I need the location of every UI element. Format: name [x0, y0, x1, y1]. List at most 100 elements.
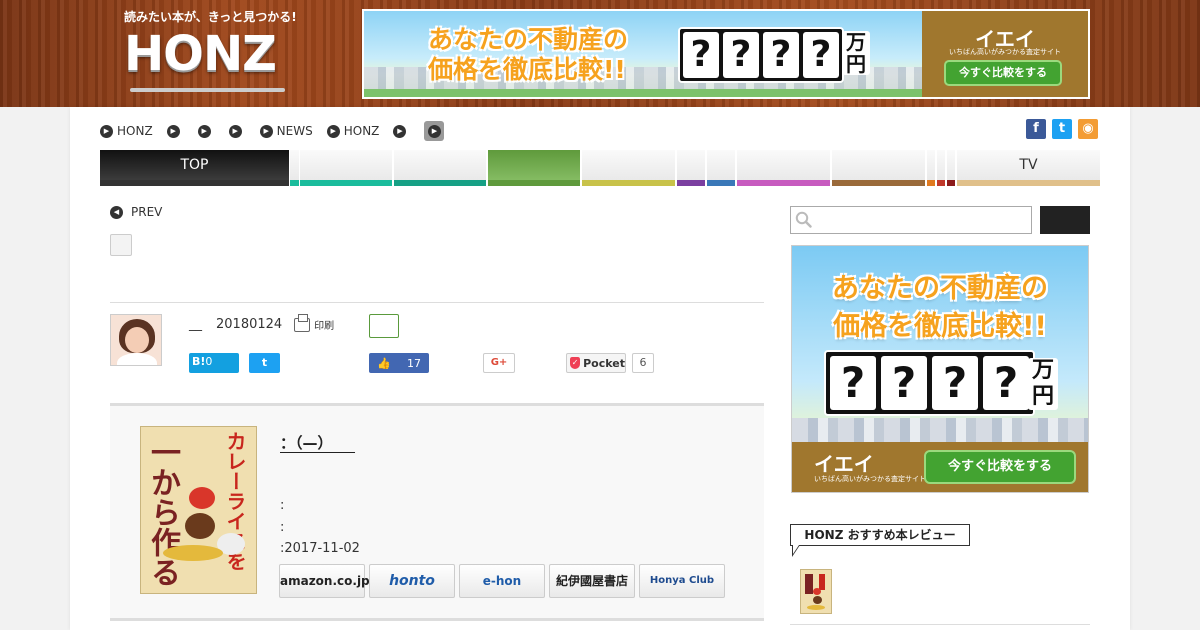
twitter-icon: t: [261, 356, 268, 369]
nav-color-bar: [927, 180, 935, 186]
author-name[interactable]: __: [189, 317, 202, 332]
ehon-button[interactable]: e-hon: [459, 564, 545, 598]
nav-item[interactable]: [677, 150, 705, 186]
breadcrumb-current: ▶: [424, 121, 445, 141]
speech-bubble-tail-inner: [793, 545, 799, 554]
category-tag[interactable]: [369, 314, 399, 338]
prev-label: PREV: [131, 205, 163, 219]
article-thumbnail: [110, 234, 132, 256]
breadcrumb-item[interactable]: ▶: [228, 124, 246, 138]
logo-underline: [130, 88, 285, 92]
chevron-right-icon: ▶: [326, 124, 340, 138]
ad-headline-line1: あなたの不動産の: [428, 25, 629, 54]
category-nav: TOP TV: [100, 150, 1100, 186]
ad-headline-line2: 価格を徹底比較!!: [833, 311, 1047, 342]
nav-item[interactable]: [832, 150, 925, 186]
ad-brand-panel: イエイ いちばん高いがみつかる査定サイト 今すぐ比較をする: [792, 442, 1088, 492]
amazon-button[interactable]: amazon.co.jp: [279, 564, 370, 598]
ad-price-boxes: ? ? ? ?: [824, 350, 1035, 416]
thumbs-up-icon: 👍: [377, 356, 391, 370]
print-button[interactable]: 印刷: [294, 313, 334, 332]
ad-price-unit: 万円: [1028, 358, 1058, 410]
book-title[interactable]: ：（—）: [280, 432, 355, 453]
nav-color-bar: [394, 180, 486, 186]
ad-price-boxes: ? ? ? ?: [678, 27, 844, 83]
author-avatar[interactable]: [110, 314, 162, 366]
chevron-right-icon: ▶: [228, 124, 242, 138]
breadcrumb-item[interactable]: ▶: [197, 124, 215, 138]
sidebar-ad-banner[interactable]: あなたの不動産の 価格を徹底比較!! ? ? ? ? 万円 イエイ いちばん高い…: [791, 245, 1089, 493]
bookstore-links: amazon.co.jp honto e-hon 紀伊國屋書店 Honya Cl…: [279, 564, 725, 598]
prev-link[interactable]: ◀ PREV: [110, 205, 162, 219]
hatena-label: B!: [192, 355, 206, 368]
honto-button[interactable]: honto: [369, 564, 455, 598]
thumb-onion: [813, 596, 822, 604]
google-plus-button[interactable]: G+: [483, 353, 515, 373]
ad-brand-sub: いちばん高いがみつかる査定サイト: [949, 48, 1061, 56]
breadcrumb-item[interactable]: ▶ HONZ: [326, 124, 380, 138]
avatar-body: [117, 353, 157, 365]
ad-headline: あなたの不動産の 価格を徹底比較!!: [792, 270, 1088, 346]
breadcrumb-item[interactable]: ▶ HONZ: [100, 124, 153, 138]
nav-color-bar: [300, 180, 392, 186]
breadcrumb-item[interactable]: ▶: [393, 124, 410, 138]
nav-item[interactable]: [707, 150, 735, 186]
tweet-button[interactable]: t: [249, 353, 280, 373]
nav-item-top[interactable]: TOP: [100, 150, 289, 186]
chevron-right-icon: ▶: [166, 124, 180, 138]
book-release-date: :2017-11-02: [280, 541, 360, 556]
honya-club-button[interactable]: Honya Club: [639, 564, 725, 598]
nav-label: TV: [1019, 157, 1038, 173]
header-ad-banner[interactable]: あなたの不動産の 価格を徹底比較!! ? ? ? ? 万円 イエイ いちばん高い…: [362, 9, 1090, 99]
ad-price-digit: ?: [683, 32, 719, 78]
breadcrumb-label: HONZ: [343, 124, 380, 138]
breadcrumb-item[interactable]: ▶: [166, 124, 184, 138]
ad-price-unit: 万円: [842, 31, 870, 75]
nav-color-bar: [947, 180, 955, 186]
nav-item-tv[interactable]: TV: [957, 150, 1100, 186]
book-author: :: [280, 498, 285, 513]
nav-item-active[interactable]: [488, 150, 580, 186]
pocket-count: 6: [632, 353, 654, 373]
hatena-bookmark-button[interactable]: B!0: [189, 353, 239, 373]
hatena-count: 0: [205, 355, 213, 368]
book-cover[interactable]: 一から作る カレーライスを: [140, 426, 257, 594]
chevron-right-icon: ▶: [427, 124, 441, 138]
nav-color-bar: [677, 180, 705, 186]
honz-logo[interactable]: 読みたい本が、きっと見つかる! HONZ: [120, 8, 297, 100]
book-publisher: :: [280, 520, 285, 535]
facebook-icon[interactable]: f: [1026, 119, 1046, 139]
nav-item[interactable]: [394, 150, 486, 186]
pocket-button[interactable]: ✓ Pocket: [566, 353, 626, 373]
nav-item[interactable]: [300, 150, 392, 186]
breadcrumb-label: NEWS: [276, 124, 313, 138]
twitter-icon[interactable]: t: [1052, 119, 1072, 139]
like-count: 17: [407, 356, 421, 370]
nav-item[interactable]: [937, 150, 945, 186]
cover-onion: [185, 513, 215, 539]
nav-color-bar: [832, 180, 925, 186]
nav-item[interactable]: [290, 150, 299, 186]
ad-price-digit: ?: [763, 32, 799, 78]
search-button[interactable]: [1040, 206, 1090, 234]
search-input[interactable]: [790, 206, 1032, 234]
kinokuniya-button[interactable]: 紀伊國屋書店: [549, 564, 635, 598]
recommend-heading: HONZ おすすめ本レビュー: [790, 524, 970, 546]
breadcrumb-item[interactable]: ▶ NEWS: [259, 124, 313, 138]
rss-icon[interactable]: ◉: [1078, 119, 1098, 139]
ad-price-digit: ?: [932, 356, 978, 410]
article-meta: __ 20180124 印刷: [189, 313, 334, 332]
nav-item[interactable]: [947, 150, 955, 186]
nav-item[interactable]: [582, 150, 675, 186]
nav-item[interactable]: [927, 150, 935, 186]
social-links: f t ◉: [1026, 119, 1098, 139]
ad-price-digit: ?: [803, 32, 839, 78]
nav-item[interactable]: [737, 150, 830, 186]
thumb-tomato: [813, 588, 821, 595]
ad-cta-button[interactable]: 今すぐ比較をする: [924, 450, 1076, 484]
facebook-like-button[interactable]: 👍 17: [369, 353, 429, 373]
ad-cta-button[interactable]: 今すぐ比較をする: [944, 60, 1062, 86]
recommended-book-thumbnail[interactable]: [800, 569, 832, 614]
ad-city-illustration: [792, 418, 1088, 442]
nav-color-bar: [737, 180, 830, 186]
